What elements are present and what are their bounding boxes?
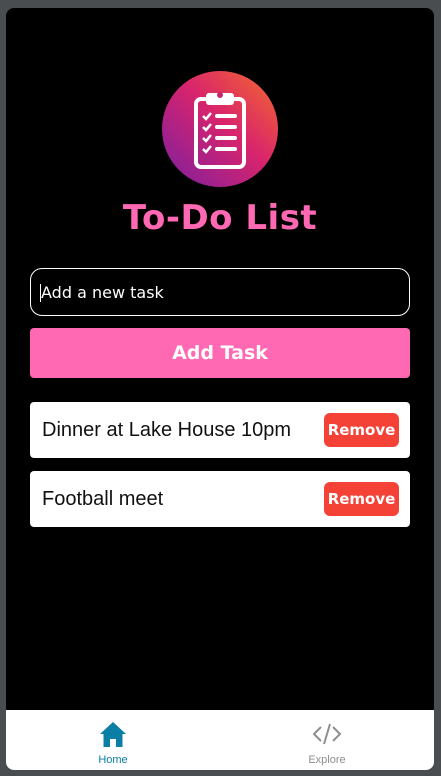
task-item: Dinner at Lake House 10pm Remove [30,402,410,458]
remove-task-button[interactable]: Remove [324,482,399,516]
app-screen: To-Do List Add Task Dinner at Lake House… [6,8,434,770]
remove-task-button[interactable]: Remove [324,413,399,447]
tab-home[interactable]: Home [6,710,220,770]
tab-explore-label: Explore [308,754,346,766]
task-text: Football meet [42,488,164,510]
tab-explore[interactable]: Explore [220,710,434,770]
app-title: To-Do List [122,198,318,238]
app-logo [162,71,278,187]
tab-home-label: Home [98,754,128,766]
code-icon [312,723,342,745]
home-icon [100,722,126,747]
new-task-input[interactable] [30,268,410,316]
add-task-button[interactable]: Add Task [30,328,410,378]
task-text: Dinner at Lake House 10pm [42,419,292,441]
clipboard-checklist-icon [194,92,246,169]
task-item: Football meet Remove [30,471,410,527]
bottom-tab-bar: Home Explore [6,710,434,770]
text-caret [40,284,41,302]
